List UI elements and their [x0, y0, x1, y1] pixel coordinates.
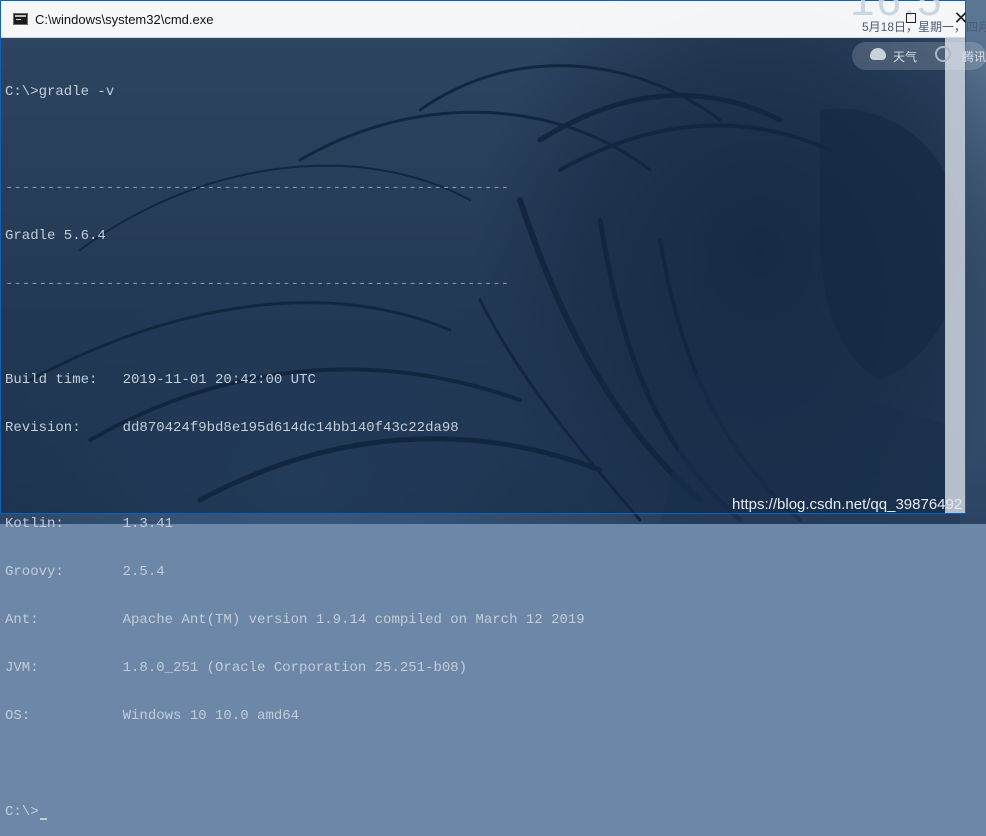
terminal-prompt: C:\> [5, 804, 39, 820]
title-bar[interactable]: C:\windows\system32\cmd.exe [1, 1, 965, 38]
watermark: https://blog.csdn.net/qq_39876492 [732, 496, 963, 513]
terminal-line-revision: Revision: dd870424f9bd8e195d614dc14bb140… [5, 420, 459, 436]
close-button[interactable]: ✕ [952, 8, 970, 28]
terminal-line-gradle-version: Gradle 5.6.4 [5, 228, 106, 244]
weather-label: 天气 [893, 50, 918, 64]
news-icon [935, 46, 951, 62]
terminal-line-groovy: Groovy: 2.5.4 [5, 564, 165, 580]
terminal-line-jvm: JVM: 1.8.0_251 (Oracle Corporation 25.25… [5, 660, 468, 676]
terminal-line-command: C:\>gradle -v [5, 84, 115, 100]
text-cursor [39, 818, 47, 820]
news-label: 腾讯 [962, 50, 986, 64]
window-title: C:\windows\system32\cmd.exe [35, 12, 214, 27]
terminal-line-separator: ----------------------------------------… [5, 276, 510, 292]
terminal-line-ant: Ant: Apache Ant(TM) version 1.9.14 compi… [5, 612, 585, 628]
console-scrollbar[interactable] [945, 38, 965, 513]
cmd-app-icon [13, 13, 28, 25]
terminal-line-build-time: Build time: 2019-11-01 20:42:00 UTC [5, 372, 316, 388]
cloud-icon [870, 48, 886, 60]
terminal-line-separator: ----------------------------------------… [5, 180, 510, 196]
terminal-line-kotlin: Kotlin: 1.3.41 [5, 516, 174, 532]
terminal-line-os: OS: Windows 10 10.0 amd64 [5, 708, 300, 724]
maximize-button[interactable] [906, 13, 916, 23]
terminal-output: C:\>gradle -v --------------------------… [5, 52, 585, 836]
terminal-prompt-line[interactable]: C:\> [5, 804, 585, 820]
